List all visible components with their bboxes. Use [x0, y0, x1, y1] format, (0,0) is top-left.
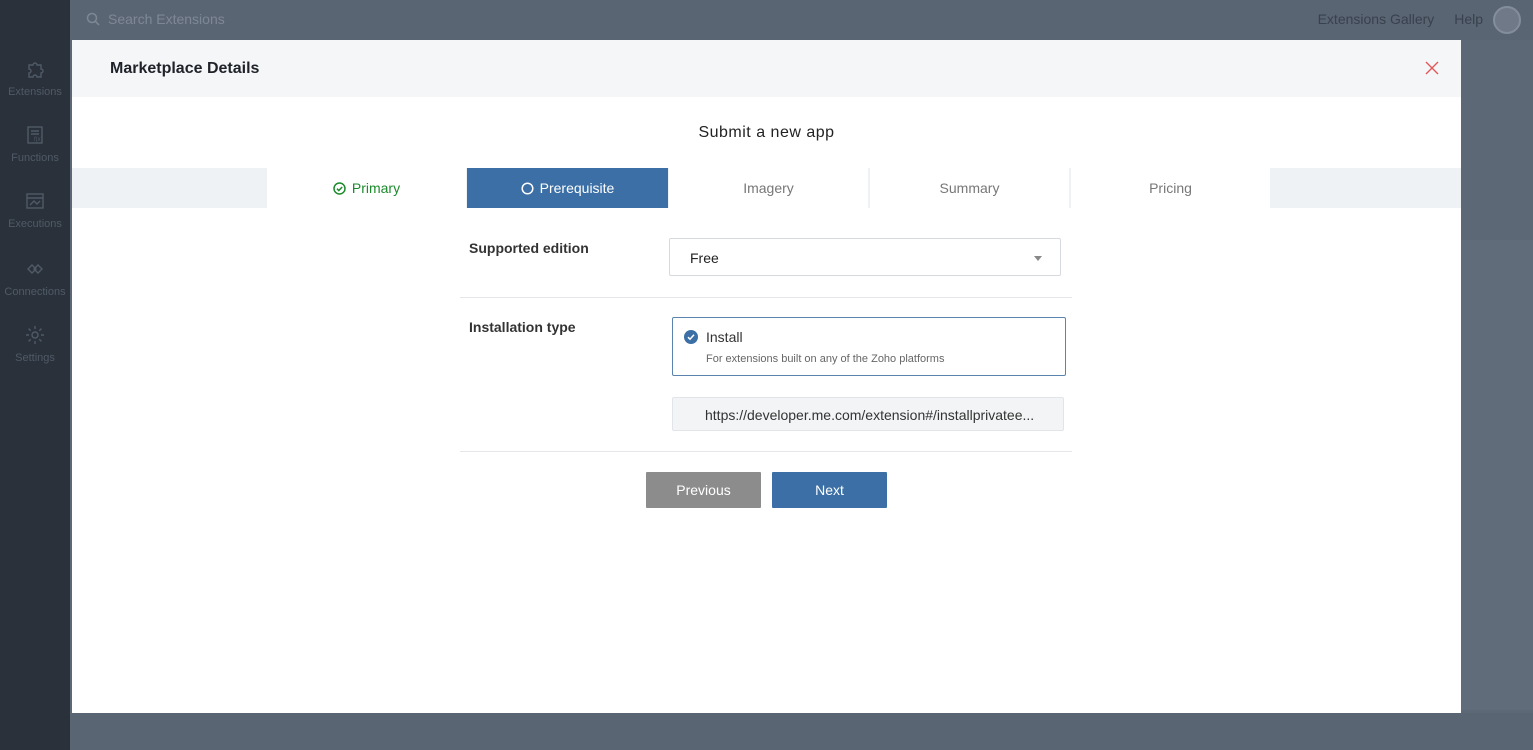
- supported-edition-select[interactable]: Free: [669, 238, 1061, 276]
- supported-edition-value: Free: [690, 250, 719, 266]
- tab-prerequisite-label: Prerequisite: [539, 180, 615, 196]
- left-sidebar: Extensions f(x) Functions Executions Con…: [0, 0, 70, 750]
- function-icon: f(x): [27, 126, 43, 144]
- installation-type-label: Installation type: [469, 319, 576, 335]
- sidebar-item-executions[interactable]: Executions: [0, 190, 70, 230]
- connections-icon: [27, 264, 43, 274]
- next-button[interactable]: Next: [772, 472, 887, 508]
- radio-checked-icon: [684, 330, 698, 344]
- top-links: Extensions Gallery Help: [1302, 11, 1483, 27]
- background-panel: [1461, 240, 1533, 710]
- caret-down-icon: [1034, 256, 1042, 261]
- sidebar-item-connections[interactable]: Connections: [0, 258, 70, 298]
- search-icon: [86, 12, 100, 26]
- step-tabs: Primary Prerequisite Imagery Summary Pri…: [72, 168, 1461, 208]
- tab-summary-label: Summary: [939, 180, 1000, 196]
- modal-header: Marketplace Details: [72, 40, 1461, 97]
- extensions-gallery-link[interactable]: Extensions Gallery: [1318, 11, 1435, 27]
- check-circle-icon: [333, 181, 346, 195]
- install-option-title: Install: [706, 329, 743, 345]
- sidebar-item-functions[interactable]: f(x) Functions: [0, 124, 70, 164]
- divider: [460, 297, 1072, 298]
- install-option-card[interactable]: Install For extensions built on any of t…: [672, 317, 1066, 376]
- marketplace-details-modal: Marketplace Details Submit a new app Pri…: [72, 40, 1461, 713]
- avatar[interactable]: [1493, 6, 1521, 34]
- tab-pricing[interactable]: Pricing: [1071, 168, 1270, 208]
- search-placeholder: Search Extensions: [108, 11, 225, 27]
- puzzle-icon: [28, 62, 44, 78]
- tab-primary-label: Primary: [351, 180, 401, 196]
- tab-summary[interactable]: Summary: [870, 168, 1069, 208]
- executions-icon: [26, 193, 44, 209]
- tab-prerequisite[interactable]: Prerequisite: [467, 168, 668, 208]
- background-footer: [70, 713, 1533, 750]
- tab-pricing-label: Pricing: [1149, 180, 1192, 196]
- close-icon[interactable]: [1423, 59, 1441, 77]
- previous-button[interactable]: Previous: [646, 472, 761, 508]
- tab-imagery[interactable]: Imagery: [669, 168, 868, 208]
- page-subtitle: Submit a new app: [698, 124, 835, 141]
- tab-primary[interactable]: Primary: [267, 168, 466, 208]
- svg-text:f(x): f(x): [34, 137, 43, 143]
- sidebar-item-extensions[interactable]: Extensions: [0, 58, 70, 98]
- top-bar: Search Extensions Extensions Gallery Hel…: [70, 0, 1533, 40]
- modal-title: Marketplace Details: [110, 60, 260, 77]
- install-option-description: For extensions built on any of the Zoho …: [706, 353, 945, 365]
- install-url-field[interactable]: https://developer.me.com/extension#/inst…: [672, 397, 1064, 431]
- help-link[interactable]: Help: [1454, 11, 1483, 27]
- search-extensions[interactable]: Search Extensions: [86, 11, 225, 27]
- gear-icon: [26, 326, 44, 344]
- sidebar-item-settings[interactable]: Settings: [0, 324, 70, 364]
- supported-edition-label: Supported edition: [469, 240, 589, 256]
- tab-imagery-label: Imagery: [743, 180, 794, 196]
- circle-icon: [521, 181, 534, 195]
- divider: [460, 451, 1072, 452]
